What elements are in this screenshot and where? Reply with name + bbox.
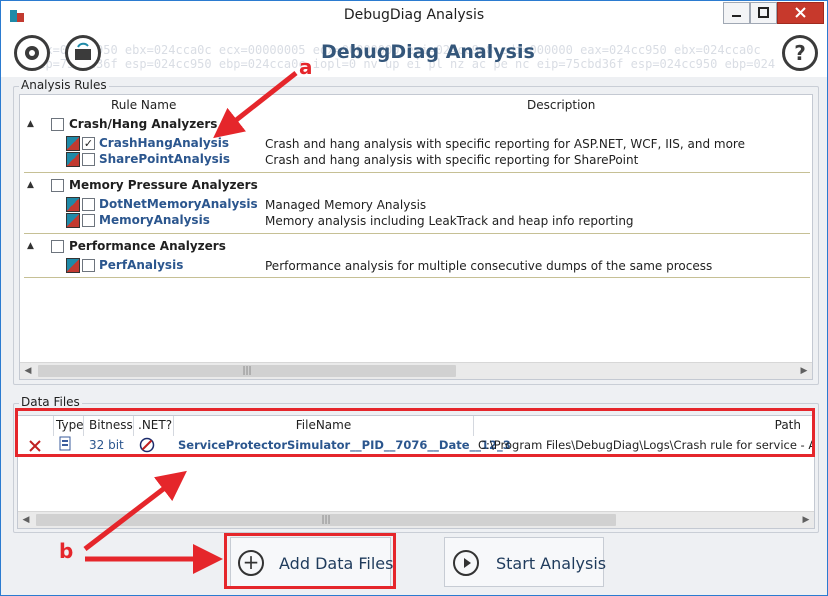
highlight-data-file-row (15, 408, 815, 457)
play-circle-icon (453, 550, 479, 576)
category-checkbox[interactable] (51, 240, 64, 253)
rule-name[interactable]: MemoryAnalysis (99, 213, 210, 227)
rule-description: Crash and hang analysis with specific re… (265, 153, 639, 167)
close-button[interactable] (777, 2, 824, 24)
collapse-triangle[interactable]: ▲ (27, 119, 34, 129)
rules-horizontal-scrollbar[interactable]: ◀ ||| ▶ (20, 362, 812, 379)
help-icon[interactable]: ? (782, 35, 818, 71)
rule-name[interactable]: PerfAnalysis (99, 258, 183, 272)
rule-icon (66, 213, 80, 228)
rule-icon (66, 197, 80, 212)
scroll-thumb[interactable]: ||| (36, 514, 616, 526)
rule-name[interactable]: CrashHangAnalysis (99, 136, 229, 150)
scroll-left-arrow[interactable]: ◀ (20, 363, 36, 379)
annotation-label-b: b (59, 539, 74, 563)
rule-description: Crash and hang analysis with specific re… (265, 137, 745, 151)
window-title: DebugDiag Analysis (343, 7, 485, 23)
rule-checkbox[interactable]: ✓ (82, 137, 95, 150)
rule-checkbox[interactable] (82, 214, 95, 227)
data-files-label: Data Files (19, 395, 82, 409)
category-separator (24, 233, 810, 234)
minimize-button[interactable] (723, 2, 750, 24)
rule-checkbox[interactable] (82, 198, 95, 211)
rule-icon (66, 258, 80, 273)
rule-name[interactable]: SharePointAnalysis (99, 152, 230, 166)
column-header-description[interactable]: Description (527, 98, 595, 112)
settings-gear-icon[interactable] (14, 35, 50, 71)
category-checkbox[interactable] (51, 118, 64, 131)
maximize-button[interactable] (750, 2, 777, 24)
rule-name[interactable]: DotNetMemoryAnalysis (99, 197, 258, 211)
rule-description: Performance analysis for multiple consec… (265, 259, 713, 273)
highlight-add-data-files (224, 533, 396, 589)
rule-icon (66, 152, 80, 167)
page-title: DebugDiag Analysis (321, 41, 535, 63)
category-separator (24, 277, 810, 278)
scroll-left-arrow[interactable]: ◀ (18, 512, 34, 528)
category-checkbox[interactable] (51, 179, 64, 192)
analysis-rules-group: Analysis Rules Rule Name Description ▲ C… (13, 78, 819, 385)
title-bar: DebugDiag Analysis (1, 1, 827, 31)
rule-icon (66, 136, 80, 151)
debugdiag-window: DebugDiag Analysis eax=024cc950 ebx=024c… (0, 0, 828, 596)
rule-description: Managed Memory Analysis (265, 198, 427, 212)
rule-checkbox[interactable] (82, 259, 95, 272)
category-name: Performance Analyzers (69, 239, 226, 253)
collapse-triangle[interactable]: ▲ (27, 180, 34, 190)
category-separator (24, 172, 810, 173)
analysis-rules-label: Analysis Rules (19, 78, 109, 92)
scroll-right-arrow[interactable]: ▶ (796, 363, 812, 379)
rule-description: Memory analysis including LeakTrack and … (265, 214, 634, 228)
start-analysis-label: Start Analysis (496, 554, 607, 573)
collapse-triangle[interactable]: ▲ (27, 241, 34, 251)
analysis-rules-grid: Rule Name Description ▲ Crash/Hang Analy… (19, 94, 813, 380)
open-folder-icon[interactable] (65, 35, 101, 71)
category-name: Memory Pressure Analyzers (69, 178, 258, 192)
annotation-label-a: a (299, 55, 313, 79)
rule-checkbox[interactable] (82, 153, 95, 166)
data-files-horizontal-scrollbar[interactable]: ◀ ||| ▶ (18, 511, 814, 528)
category-name: Crash/Hang Analyzers (69, 117, 218, 131)
scroll-thumb[interactable]: ||| (38, 365, 456, 377)
scroll-right-arrow[interactable]: ▶ (798, 512, 814, 528)
start-analysis-button[interactable]: Start Analysis (444, 537, 607, 587)
column-header-rule-name[interactable]: Rule Name (111, 98, 176, 112)
